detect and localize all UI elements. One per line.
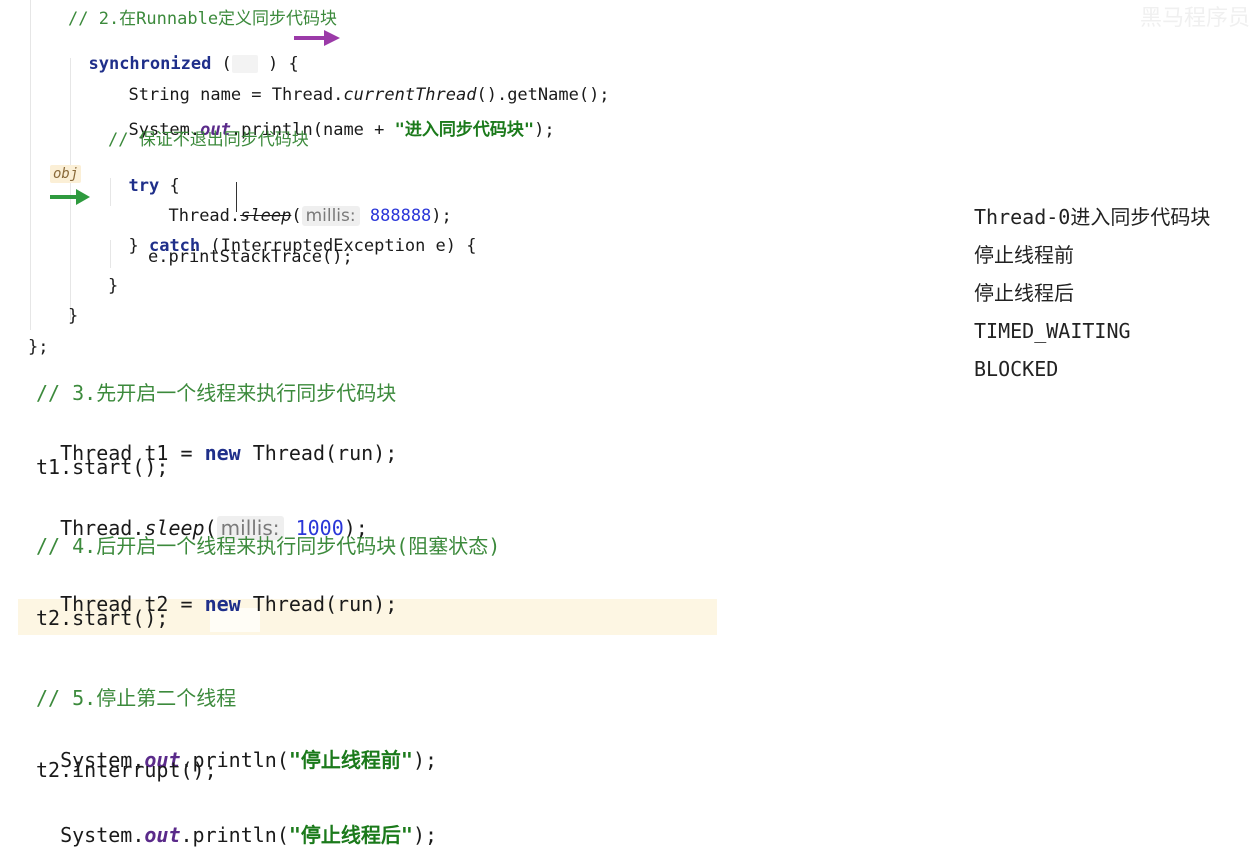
code-line-brace[interactable]: } — [108, 276, 118, 296]
static-field: out — [144, 823, 181, 847]
code-text: ); — [412, 823, 438, 847]
obj-debug-tag: obj — [50, 165, 82, 183]
code-line-println-after[interactable]: System.out.println("停止线程后"); — [36, 795, 437, 848]
console-output: Thread-0进入同步代码块 停止线程前 停止线程后 TIMED_WAITIN… — [974, 198, 1210, 388]
string-literal: "停止线程后" — [288, 823, 413, 847]
keyword: new — [204, 592, 241, 616]
code-line-brace[interactable]: } — [68, 306, 78, 326]
code-comment: // 保证不退出同步代码块 — [108, 130, 309, 150]
code-text: System. — [60, 823, 145, 847]
code-comment: // 4.后开启一个线程来执行同步代码块(阻塞状态) — [36, 534, 501, 558]
output-line: BLOCKED — [974, 357, 1059, 381]
code-text: Thread(run); — [240, 592, 398, 616]
code-comment: // 5.停止第二个线程 — [36, 686, 237, 710]
indent-guide — [30, 0, 31, 330]
code-text: .println( — [180, 823, 289, 847]
keyword: new — [204, 441, 241, 465]
code-line-t1-start[interactable]: t1.start(); — [36, 455, 168, 479]
execution-arrow-icon — [50, 189, 90, 205]
code-text: Thread(run); — [240, 441, 398, 465]
watermark-logo: 黑马程序员 — [1139, 6, 1250, 31]
code-line-interrupt[interactable]: t2.interrupt(); — [36, 758, 217, 782]
code-text: ); — [534, 120, 555, 140]
code-comment: // 2.在Runnable定义同步代码块 — [68, 9, 338, 29]
string-literal: "停止线程前" — [288, 748, 413, 772]
output-line: Thread-0进入同步代码块 — [974, 205, 1211, 229]
pointer-arrow-icon — [294, 30, 340, 46]
output-line: 停止线程后 — [974, 281, 1074, 305]
code-comment: // 3.先开启一个线程来执行同步代码块 — [36, 381, 397, 405]
output-line: TIMED_WAITING — [974, 319, 1131, 343]
code-line-t2-start[interactable]: t2.start(); — [36, 606, 168, 630]
code-line-print-stack[interactable]: e.printStackTrace(); — [148, 247, 353, 267]
string-literal: "进入同步代码块" — [394, 120, 535, 140]
code-text: } — [128, 236, 149, 256]
code-line-end[interactable]: }; — [28, 337, 48, 357]
output-line: 停止线程前 — [974, 243, 1074, 267]
code-text: ); — [412, 748, 438, 772]
